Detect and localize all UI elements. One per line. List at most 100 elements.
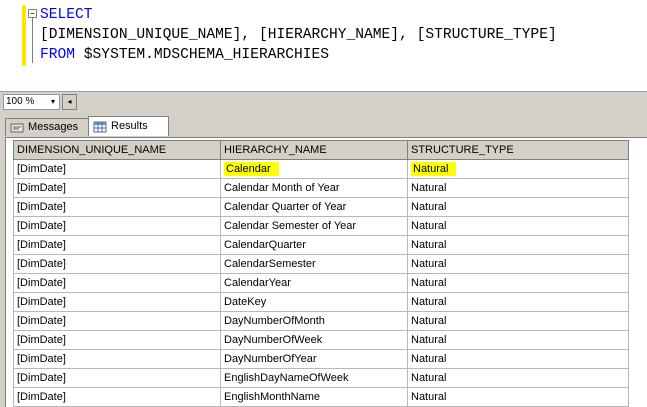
cell-text: DayNumberOfYear (224, 353, 317, 365)
cell-structure-type[interactable]: Natural (407, 159, 629, 179)
cell-text: [DimDate] (17, 391, 66, 403)
cell-hierarchy-name[interactable]: Calendar Month of Year (220, 178, 408, 198)
chevron-down-icon[interactable]: ▾ (47, 95, 59, 109)
cell-structure-type[interactable]: Natural (407, 178, 629, 198)
sql-keyword: FROM (40, 47, 84, 63)
cell-text: CalendarYear (224, 277, 291, 289)
table-row[interactable]: [DimDate] CalendarYear Natural (13, 273, 629, 293)
cell-text: DayNumberOfMonth (224, 315, 325, 327)
cell-text: EnglishMonthName (224, 391, 320, 403)
cell-text: [DimDate] (17, 296, 66, 308)
cell-hierarchy-name[interactable]: EnglishDayNameOfWeek (220, 368, 408, 388)
tab-results[interactable]: Results (88, 116, 169, 136)
messages-icon (10, 123, 24, 132)
cell-hierarchy-name[interactable]: Calendar Semester of Year (220, 216, 408, 236)
cell-text: Natural (411, 201, 447, 213)
cell-dimension-unique-name[interactable]: [DimDate] (13, 368, 221, 388)
tab-messages[interactable]: Messages (5, 118, 96, 136)
table-row[interactable]: [DimDate] DateKey Natural (13, 292, 629, 312)
cell-text: [DimDate] (17, 182, 66, 194)
table-row[interactable]: [DimDate] DayNumberOfYear Natural (13, 349, 629, 369)
table-row[interactable]: [DimDate] Calendar Quarter of Year Natural (13, 197, 629, 217)
table-row[interactable]: [DimDate] Calendar Semester of Year Natura… (13, 216, 629, 236)
cell-dimension-unique-name[interactable]: [DimDate] (13, 254, 221, 274)
table-row[interactable]: [DimDate] EnglishDayNameOfWeek Natural (13, 368, 629, 388)
cell-structure-type[interactable]: Natural (407, 216, 629, 236)
cell-text: [DimDate] (17, 334, 66, 346)
cell-text: Natural (411, 315, 447, 327)
sql-text: $SYSTEM.MDSCHEMA_HIERARCHIES (83, 47, 330, 63)
table-row[interactable]: [DimDate] DayNumberOfWeek Natural (13, 330, 629, 350)
cell-dimension-unique-name[interactable]: [DimDate] (13, 387, 221, 407)
code-line[interactable]: [DIMENSION_UNIQUE_NAME], [HIERARCHY_NAME… (40, 26, 557, 45)
cell-text: Calendar (224, 162, 279, 176)
cell-dimension-unique-name[interactable]: [DimDate] (13, 178, 221, 198)
zoom-select[interactable]: 100 % ▾ (3, 94, 60, 110)
cell-text: Natural (411, 277, 447, 289)
cell-structure-type[interactable]: Natural (407, 330, 629, 350)
cell-text: Natural (411, 353, 447, 365)
cell-structure-type[interactable]: Natural (407, 235, 629, 255)
table-row[interactable]: [DimDate] Calendar Natural (13, 159, 629, 179)
cell-hierarchy-name[interactable]: CalendarSemester (220, 254, 408, 274)
cell-structure-type[interactable]: Natural (407, 387, 629, 407)
cell-hierarchy-name[interactable]: DayNumberOfWeek (220, 330, 408, 350)
table-row[interactable]: [DimDate] DayNumberOfMonth Natural (13, 311, 629, 331)
code-line[interactable]: FROM $SYSTEM.MDSCHEMA_HIERARCHIES (40, 46, 329, 65)
cell-text: CalendarSemester (224, 258, 316, 270)
results-grid[interactable]: DIMENSION_UNIQUE_NAME HIERARCHY_NAME STR… (5, 137, 647, 407)
cell-dimension-unique-name[interactable]: [DimDate] (13, 197, 221, 217)
table-row[interactable]: [DimDate] Calendar Month of Year Natural (13, 178, 629, 198)
cell-hierarchy-name[interactable]: CalendarQuarter (220, 235, 408, 255)
grid-results-icon (93, 121, 107, 132)
column-header-dimension-unique-name[interactable]: DIMENSION_UNIQUE_NAME (13, 140, 221, 160)
cell-dimension-unique-name[interactable]: [DimDate] (13, 311, 221, 331)
cell-dimension-unique-name[interactable]: [DimDate] (13, 159, 221, 179)
cell-text: Natural (411, 162, 457, 176)
cell-hierarchy-name[interactable]: Calendar Quarter of Year (220, 197, 408, 217)
cell-structure-type[interactable]: Natural (407, 197, 629, 217)
cell-dimension-unique-name[interactable]: [DimDate] (13, 292, 221, 312)
code-line[interactable]: SELECT (40, 6, 93, 25)
cell-text: Calendar Month of Year (224, 182, 340, 194)
cell-text: [DimDate] (17, 220, 66, 232)
cell-dimension-unique-name[interactable]: [DimDate] (13, 330, 221, 350)
cell-text: Natural (411, 334, 447, 346)
cell-structure-type[interactable]: Natural (407, 273, 629, 293)
cell-structure-type[interactable]: Natural (407, 311, 629, 331)
table-row[interactable]: [DimDate] CalendarSemester Natural (13, 254, 629, 274)
cell-hierarchy-name[interactable]: DateKey (220, 292, 408, 312)
table-row[interactable]: [DimDate] CalendarQuarter Natural (13, 235, 629, 255)
cell-dimension-unique-name[interactable]: [DimDate] (13, 273, 221, 293)
cell-structure-type[interactable]: Natural (407, 368, 629, 388)
column-header-hierarchy-name[interactable]: HIERARCHY_NAME (220, 140, 408, 160)
cell-text: Natural (411, 239, 447, 251)
cell-hierarchy-name[interactable]: DayNumberOfMonth (220, 311, 408, 331)
query-editor[interactable]: − SELECT [DIMENSION_UNIQUE_NAME], [HIERAR… (0, 0, 647, 91)
cell-text: [DimDate] (17, 353, 66, 365)
cell-dimension-unique-name[interactable]: [DimDate] (13, 235, 221, 255)
cell-hierarchy-name[interactable]: CalendarYear (220, 273, 408, 293)
cell-text: [DimDate] (17, 315, 66, 327)
cell-dimension-unique-name[interactable]: [DimDate] (13, 349, 221, 369)
cell-text: EnglishDayNameOfWeek (224, 372, 349, 384)
cell-text: DateKey (224, 296, 267, 308)
cell-dimension-unique-name[interactable]: [DimDate] (13, 216, 221, 236)
header-row: DIMENSION_UNIQUE_NAME HIERARCHY_NAME STR… (13, 140, 629, 160)
cell-hierarchy-name[interactable]: DayNumberOfYear (220, 349, 408, 369)
cell-text: [DimDate] (17, 277, 66, 289)
results-tabs: Messages Results (0, 113, 647, 137)
cell-hierarchy-name[interactable]: EnglishMonthName (220, 387, 408, 407)
column-header-structure-type[interactable]: STRUCTURE_TYPE (407, 140, 629, 160)
scroll-left-button[interactable]: ◂ (62, 94, 77, 110)
cell-text: DayNumberOfWeek (224, 334, 323, 346)
cell-structure-type[interactable]: Natural (407, 349, 629, 369)
cell-structure-type[interactable]: Natural (407, 254, 629, 274)
cell-hierarchy-name[interactable]: Calendar (220, 159, 408, 179)
collapse-icon[interactable]: − (28, 9, 37, 18)
zoom-strip: 100 % ▾ ◂ (0, 91, 647, 112)
cell-structure-type[interactable]: Natural (407, 292, 629, 312)
tab-results-label: Results (111, 120, 148, 132)
table-row[interactable]: [DimDate] EnglishMonthName Natural (13, 387, 629, 407)
cell-text: [DimDate] (17, 372, 66, 384)
